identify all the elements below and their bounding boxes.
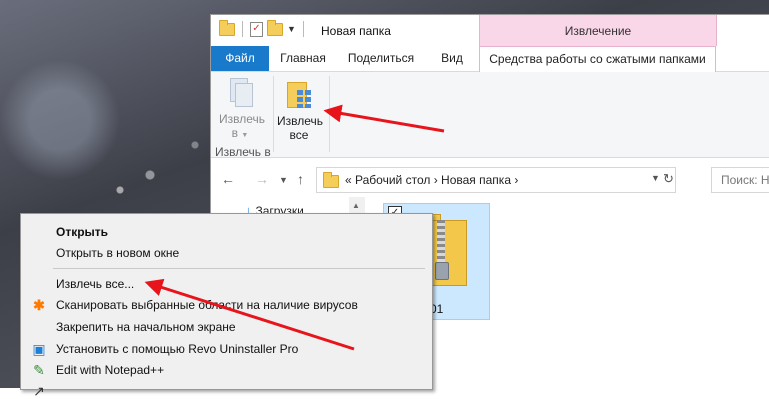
tab-home[interactable]: Главная — [269, 46, 337, 71]
extract-all-label-line1: Извлечь — [277, 114, 324, 128]
back-arrow-icon[interactable]: ← — [221, 171, 235, 187]
up-arrow-icon[interactable]: ↑ — [297, 171, 304, 187]
toolbar-separator — [242, 21, 243, 37]
address-bar[interactable]: « Рабочий стол › Новая папка › ▼ ↻ — [316, 167, 676, 193]
title-bar: ✓ ▼ Новая папка Извлечение — [211, 15, 769, 46]
share-arrow-icon: ↗ — [33, 383, 45, 399]
menu-item-open[interactable]: Открыть — [56, 225, 108, 239]
avast-icon: ✱ — [33, 297, 45, 313]
navigation-bar: ← → ▼ ↑ « Рабочий стол › Новая папка › ▼… — [211, 167, 769, 193]
properties-icon[interactable]: ✓ — [250, 21, 263, 37]
recent-locations-chevron-icon[interactable]: ▼ — [279, 175, 288, 185]
search-placeholder: Поиск: Н — [721, 173, 769, 187]
extract-all-button[interactable]: Извлечь все — [277, 78, 324, 142]
ribbon-group-label: Извлечь в — [215, 145, 271, 159]
dropdown-chevron-icon: ▼ — [241, 132, 249, 139]
menu-separator — [53, 268, 425, 269]
context-tab-header: Извлечение — [479, 15, 717, 46]
tab-share[interactable]: Поделиться — [337, 46, 425, 71]
address-history-chevron-icon[interactable]: ▼ — [651, 173, 660, 183]
menu-item-pin-start[interactable]: Закрепить на начальном экране — [56, 320, 236, 334]
tab-file[interactable]: Файл — [211, 46, 269, 71]
extract-to-icon — [228, 78, 253, 108]
tab-view[interactable]: Вид — [425, 46, 479, 71]
menu-item-edit-notepad[interactable]: Edit with Notepad++ — [56, 363, 164, 377]
toolbar-separator — [302, 21, 304, 37]
breadcrumb-desktop[interactable]: Рабочий стол — [355, 173, 430, 187]
breadcrumb-new-folder[interactable]: Новая папка — [441, 173, 511, 187]
menu-item-extract-all[interactable]: Извлечь все... — [56, 277, 134, 291]
ribbon-divider — [329, 76, 330, 152]
breadcrumb-chevron-icon[interactable]: › — [514, 173, 518, 187]
notepad-plus-plus-icon: ✎ — [33, 362, 45, 378]
extract-to-button[interactable]: Извлечь в ▼ — [219, 78, 266, 143]
quick-access-toolbar: ✓ ▼ — [219, 19, 307, 37]
extract-all-icon — [285, 78, 313, 110]
breadcrumb-overflow[interactable]: « — [345, 173, 352, 187]
breadcrumb-chevron-icon[interactable]: › — [434, 173, 438, 187]
extract-all-label-line2: все — [289, 128, 309, 142]
search-input[interactable]: Поиск: Н — [711, 167, 769, 193]
refresh-icon[interactable]: ↻ — [663, 171, 674, 187]
forward-arrow-icon[interactable]: → — [255, 171, 269, 187]
ribbon-tabs: Файл Главная Поделиться Вид Средства раб… — [211, 46, 769, 72]
menu-item-open-new-window[interactable]: Открыть в новом окне — [56, 246, 179, 260]
window-title: Новая папка — [321, 24, 391, 38]
extract-to-label-line2: в ▼ — [231, 126, 249, 140]
new-folder-icon[interactable] — [267, 19, 283, 36]
revo-uninstaller-icon: ▣ — [32, 341, 46, 357]
menu-item-scan-viruses[interactable]: Сканировать выбранные области на наличие… — [56, 298, 358, 312]
customize-toolbar-chevron-icon[interactable]: ▼ — [287, 24, 296, 34]
context-menu: Открыть Открыть в новом окне Извлечь все… — [20, 213, 433, 399]
extract-to-label-line1: Извлечь — [219, 112, 266, 126]
folder-icon — [323, 172, 339, 188]
tab-compressed-folder-tools[interactable]: Средства работы со сжатыми папками — [479, 46, 716, 72]
menu-item-revo-install[interactable]: Установить с помощью Revo Uninstaller Pr… — [56, 342, 298, 356]
breadcrumb: « Рабочий стол › Новая папка › — [345, 173, 518, 187]
ribbon-panel: Извлечь в ▼ Извлечь все Извлечь в — [211, 72, 769, 159]
folder-icon — [219, 19, 235, 36]
scroll-up-icon[interactable]: ▲ — [352, 201, 360, 210]
ribbon-divider — [273, 76, 274, 152]
